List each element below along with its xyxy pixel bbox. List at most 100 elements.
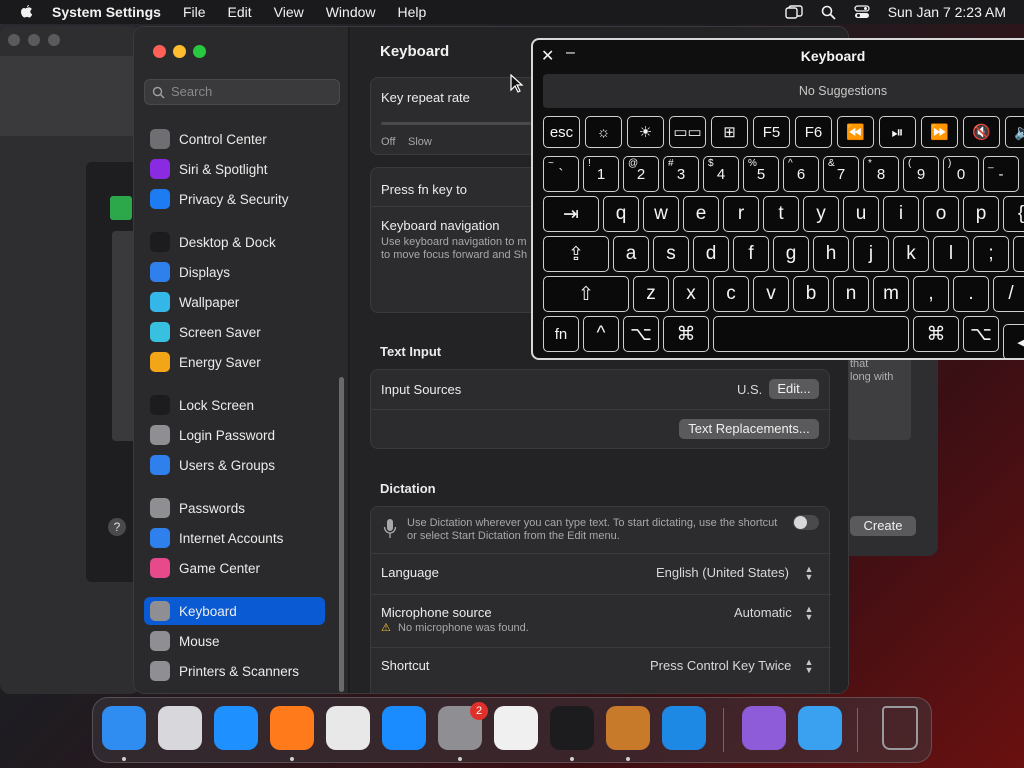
letter-key[interactable]: r <box>723 196 759 232</box>
weather-dock-icon[interactable] <box>798 706 842 750</box>
suggestions-bar[interactable]: No Suggestions <box>543 74 1024 108</box>
sidebar-item-control-center[interactable]: Control Center <box>144 125 325 153</box>
apple-menu-icon[interactable] <box>18 4 34 20</box>
sidebar-item-users-groups[interactable]: Users & Groups <box>144 451 325 479</box>
sidebar-item-lock-screen[interactable]: Lock Screen <box>144 391 325 419</box>
letter-key[interactable]: k <box>893 236 929 272</box>
menu-edit[interactable]: Edit <box>228 4 252 20</box>
letter-key[interactable]: / <box>993 276 1024 312</box>
spotlight-search-icon[interactable] <box>821 5 836 20</box>
number-row-key[interactable]: * 8 <box>863 156 899 192</box>
stage-manager-icon[interactable] <box>784 5 803 19</box>
letter-key[interactable]: e <box>683 196 719 232</box>
letter-key[interactable]: " <box>1013 236 1024 272</box>
space-key[interactable] <box>713 316 909 352</box>
fn-row-key[interactable]: ⏪ <box>837 116 874 148</box>
menu-view[interactable]: View <box>274 4 304 20</box>
fn-row-key[interactable]: ☀ <box>627 116 664 148</box>
letter-key[interactable]: a <box>613 236 649 272</box>
textedit-dock-icon[interactable] <box>494 706 538 750</box>
microphone-source-value[interactable]: Automatic <box>734 605 792 620</box>
sidebar-item-wallpaper[interactable]: Wallpaper <box>144 288 325 316</box>
edit-input-sources-button[interactable]: Edit... <box>769 379 819 399</box>
option-key[interactable]: ⌥ <box>963 316 999 352</box>
search-input[interactable]: Search <box>144 79 340 105</box>
vscode-dock-icon[interactable] <box>662 706 706 750</box>
text-replacements-button[interactable]: Text Replacements... <box>679 419 819 439</box>
control-center-menu-icon[interactable] <box>854 5 870 19</box>
letter-key[interactable]: h <box>813 236 849 272</box>
sidebar-item-keyboard[interactable]: Keyboard <box>144 597 325 625</box>
close-button[interactable] <box>153 45 166 58</box>
language-popup-icon[interactable]: ▲ ▼ <box>803 565 815 582</box>
dictation-toggle[interactable] <box>793 515 819 530</box>
letter-key[interactable]: w <box>643 196 679 232</box>
fn-row-key[interactable]: ⊞ <box>711 116 748 148</box>
sidebar-item-screen-saver[interactable]: Screen Saver <box>144 318 325 346</box>
sidebar-item-privacy-security[interactable]: Privacy & Security <box>144 185 325 213</box>
letter-key[interactable]: d <box>693 236 729 272</box>
letter-key[interactable]: f <box>733 236 769 272</box>
number-row-key[interactable]: ! 1 <box>583 156 619 192</box>
caps-lock-key[interactable]: ⇪ <box>543 236 609 272</box>
menu-file[interactable]: File <box>183 4 206 20</box>
sidebar-item-energy-saver[interactable]: Energy Saver <box>144 348 325 376</box>
fn-row-key[interactable]: ☼ <box>585 116 622 148</box>
fn-row-key[interactable]: 🔈 <box>1005 116 1024 148</box>
minimize-button[interactable] <box>173 45 186 58</box>
create-button[interactable]: Create <box>850 516 916 536</box>
menu-app-name[interactable]: System Settings <box>52 4 161 20</box>
menu-window[interactable]: Window <box>326 4 376 20</box>
fn-key[interactable]: fn <box>543 316 579 352</box>
terminal-dock-icon[interactable] <box>550 706 594 750</box>
letter-key[interactable]: y <box>803 196 839 232</box>
fn-row-key[interactable]: ▭▭ <box>669 116 706 148</box>
letter-key[interactable]: , <box>913 276 949 312</box>
number-row-key[interactable]: _ - <box>983 156 1019 192</box>
number-row-key[interactable]: & 7 <box>823 156 859 192</box>
sidebar-scrollbar[interactable] <box>339 377 344 692</box>
sidebar-item-mouse[interactable]: Mouse <box>144 627 325 655</box>
letter-key[interactable]: i <box>883 196 919 232</box>
microphone-popup-icon[interactable]: ▲ ▼ <box>803 605 815 622</box>
firefox-dock-icon[interactable] <box>270 706 314 750</box>
arrow-left-key[interactable]: ◂ <box>1003 324 1024 358</box>
number-row-key[interactable]: $4 <box>703 156 739 192</box>
letter-key[interactable]: l <box>933 236 969 272</box>
fn-row-key[interactable]: F6 <box>795 116 832 148</box>
letter-key[interactable]: j <box>853 236 889 272</box>
fn-row-key[interactable]: ⏯ <box>879 116 916 148</box>
letter-key[interactable]: n <box>833 276 869 312</box>
letter-key[interactable]: b <box>793 276 829 312</box>
sidebar-item-login-password[interactable]: Login Password <box>144 421 325 449</box>
control-key[interactable]: ^ <box>583 316 619 352</box>
finder-dock-icon[interactable] <box>102 706 146 750</box>
letter-key[interactable]: v <box>753 276 789 312</box>
trash-dock-icon[interactable] <box>882 706 918 750</box>
shortcut-value[interactable]: Press Control Key Twice <box>650 658 791 673</box>
sidebar-item-passwords[interactable]: Passwords <box>144 494 325 522</box>
fn-row-key[interactable]: esc <box>543 116 580 148</box>
sidebar-item-internet-accounts[interactable]: Internet Accounts <box>144 524 325 552</box>
garageband-dock-icon[interactable] <box>606 706 650 750</box>
letter-key[interactable]: ; <box>973 236 1009 272</box>
letter-key[interactable]: g <box>773 236 809 272</box>
option-key[interactable]: ⌥ <box>623 316 659 352</box>
bg-help-icon[interactable]: ? <box>108 518 126 536</box>
fn-row-key[interactable]: ⏩ <box>921 116 958 148</box>
app-store-dock-icon[interactable] <box>382 706 426 750</box>
safari-dock-icon[interactable] <box>214 706 258 750</box>
sidebar-item-desktop-dock[interactable]: Desktop & Dock <box>144 228 325 256</box>
chrome-dock-icon[interactable] <box>326 706 370 750</box>
sidebar-item-game-center[interactable]: Game Center <box>144 554 325 582</box>
number-row-key[interactable]: @2 <box>623 156 659 192</box>
number-row-key[interactable]: (9 <box>903 156 939 192</box>
letter-key[interactable]: p <box>963 196 999 232</box>
letter-key[interactable]: c <box>713 276 749 312</box>
number-row-key[interactable]: ^ 6 <box>783 156 819 192</box>
letter-key[interactable]: m <box>873 276 909 312</box>
language-value[interactable]: English (United States) <box>656 565 789 580</box>
launchpad-dock-icon[interactable] <box>158 706 202 750</box>
letter-key[interactable]: z <box>633 276 669 312</box>
letter-key[interactable]: q <box>603 196 639 232</box>
